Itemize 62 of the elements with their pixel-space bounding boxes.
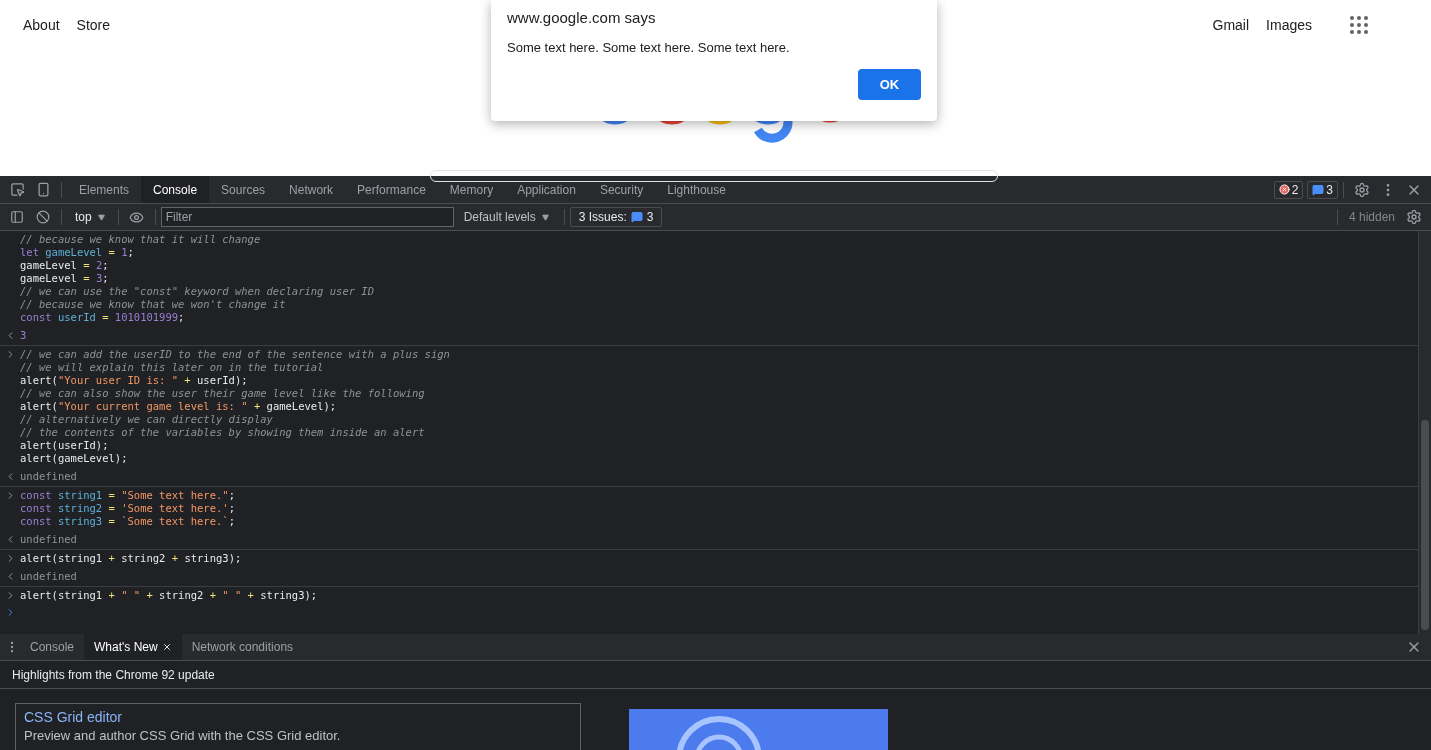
devtools-tab[interactable]: Memory (437, 176, 506, 203)
code-line: // alternatively we can directly display (20, 413, 274, 426)
drawer-tab[interactable]: Console (20, 634, 85, 660)
dropdown-caret-icon (97, 213, 105, 221)
error-icon (1278, 184, 1290, 195)
message-icon (630, 211, 643, 223)
issues-button[interactable]: 3 Issues: 3 (569, 207, 663, 227)
devtools-tab[interactable]: Lighthouse (655, 176, 738, 203)
code-line: // because we know that we won't change it (20, 298, 287, 311)
message-icon (1312, 183, 1325, 196)
code-line: const string3 = `Some text here.`; (20, 515, 235, 528)
devtools-tab[interactable]: Network (277, 176, 346, 203)
code-line: const userId = 1010101999; (20, 311, 186, 324)
code-line: undefined (20, 470, 77, 483)
hidden-count: 4 hidden (1347, 210, 1396, 224)
code-line: 3 (20, 329, 27, 342)
code-line: // because we know that it will change (20, 233, 262, 246)
drawer-tab[interactable]: What's New (84, 634, 182, 660)
devtools-tab[interactable]: Security (587, 176, 656, 203)
devtools-tab[interactable]: Application (505, 176, 588, 203)
code-line: alert("Your user ID is: " + userId); (20, 374, 249, 387)
code-line: alert(string1 + " " + string2 + " " + string3); (20, 589, 318, 602)
code-line: gameLevel = 2; (20, 259, 110, 272)
code-line: const string1 = "Some text here."; (20, 489, 235, 502)
devtools-tab[interactable]: Performance (345, 176, 438, 203)
code-line: alert(string1 + string2 + string3); (20, 552, 242, 565)
code-line: undefined (20, 570, 77, 583)
code-line: // the contents of the variables by showing them inside an alert (20, 426, 426, 439)
context-selector[interactable]: top (67, 210, 113, 224)
nav-link[interactable]: Store (76, 17, 111, 33)
code-line: let gameLevel = 1; (20, 246, 135, 259)
code-line: gameLevel = 3; (20, 272, 110, 285)
ok-button[interactable]: OK (858, 69, 921, 100)
drawer-tab[interactable]: Network conditions (181, 634, 304, 660)
dialog-title: www.google.com says (507, 9, 657, 26)
message-count-badge[interactable]: 3 (1307, 180, 1338, 199)
devtools-tab[interactable]: Elements (67, 176, 142, 203)
code-line: undefined (20, 533, 77, 546)
filter-field[interactable]: Filter (160, 207, 454, 227)
dropdown-caret-icon (541, 213, 549, 221)
code-line: alert(gameLevel); (20, 452, 129, 465)
apps-grid-icon[interactable] (1347, 13, 1371, 37)
drawer-heading: Highlights from the Chrome 92 update (0, 661, 1431, 689)
close-tab-icon[interactable] (161, 642, 172, 652)
code-line: // we can also show the user their game level like the following (20, 387, 426, 400)
code-line: // we will explain this later on in the tutorial (20, 361, 325, 374)
nav-link[interactable]: Images (1266, 17, 1312, 33)
nav-link[interactable]: Gmail (1212, 17, 1250, 33)
devtools-tab[interactable]: Sources (209, 176, 278, 203)
code-line: // we can use the "const" keyword when declaring user ID (20, 285, 374, 298)
nav-link[interactable]: About (23, 17, 60, 33)
code-line: // we can add the userID to the end of the sentence with a plus sign (20, 348, 450, 361)
feature-description: Preview and author CSS Grid with the CSS Grid editor. (24, 728, 342, 743)
feature-link[interactable]: CSS Grid editor (24, 709, 572, 725)
error-count-badge[interactable]: 2 (1273, 180, 1304, 199)
scrollbar[interactable] (1418, 231, 1431, 634)
code-line: alert(userId); (20, 439, 110, 452)
devtools-tab[interactable]: Console (141, 176, 210, 203)
dialog-message: Some text here. Some text here. Some text here. (507, 40, 791, 55)
log-levels-dropdown[interactable]: Default levels (453, 210, 559, 224)
code-line: alert("Your current game level is: " + gameLevel); (20, 400, 338, 413)
code-line: const string2 = 'Some text here.'; (20, 502, 235, 515)
